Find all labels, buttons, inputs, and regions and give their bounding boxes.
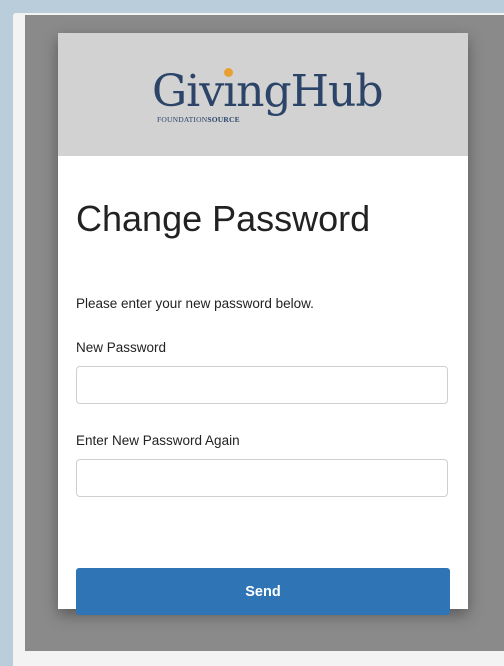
- new-password-field[interactable]: [76, 366, 448, 404]
- instructions-text: Please enter your new password below.: [76, 296, 314, 311]
- send-button[interactable]: Send: [76, 568, 450, 615]
- new-password-label: New Password: [76, 340, 167, 355]
- page-title: Change Password: [76, 198, 371, 239]
- dialog-header: Givı ngHub FOUNDATIONSOURCE: [58, 33, 468, 156]
- logo-i-dot: [224, 68, 234, 77]
- givinghub-logo: Givı ngHub FOUNDATIONSOURCE: [152, 65, 384, 135]
- change-password-dialog: Givı ngHub FOUNDATIONSOURCE Change Passwo…: [58, 33, 468, 615]
- confirm-password-label: Enter New Password Again: [76, 433, 240, 448]
- logo-tagline: FOUNDATIONSOURCE: [157, 115, 240, 124]
- confirm-password-field[interactable]: [76, 459, 448, 497]
- logo-wordmark: Givı ngHub: [152, 66, 384, 117]
